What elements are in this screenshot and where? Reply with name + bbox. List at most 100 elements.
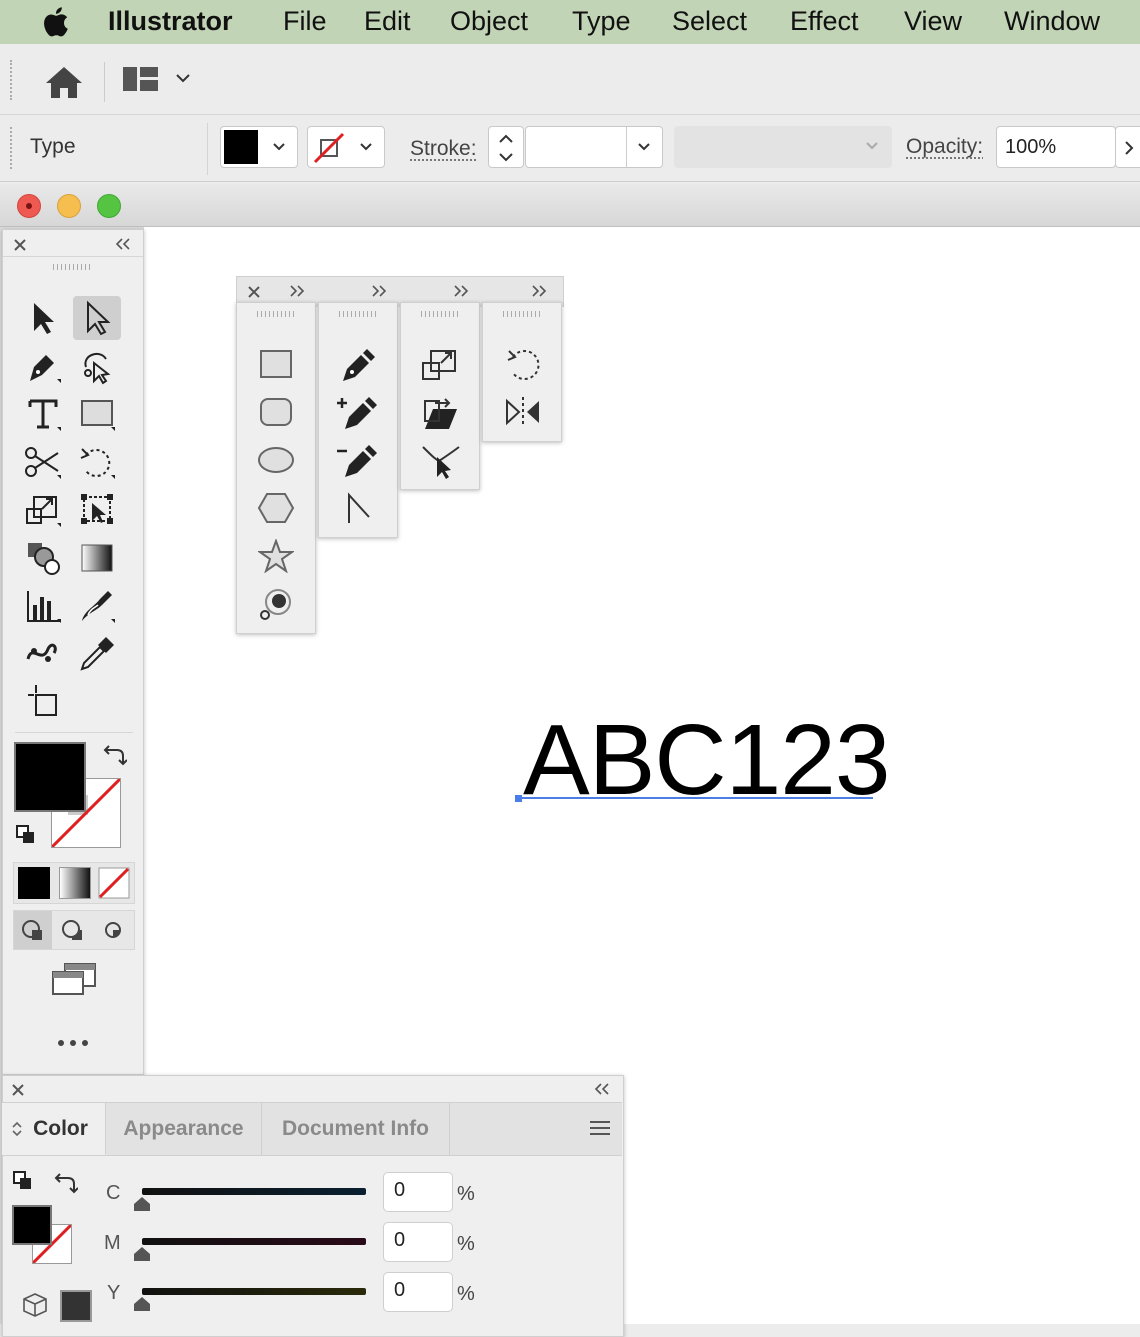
web-safe-swatch[interactable] [60,1290,92,1322]
draw-inside-icon[interactable] [94,911,132,949]
toolbar-grip[interactable] [10,60,16,100]
menu-edit[interactable]: Edit [364,6,411,37]
scissors-tool-icon[interactable] [19,440,67,484]
menu-object[interactable]: Object [450,6,528,37]
stroke-weight-stepper[interactable] [488,126,524,168]
opacity-input[interactable]: 100% [996,126,1116,168]
home-icon[interactable] [44,64,84,100]
tab-document-info[interactable]: Document Info [262,1103,450,1155]
direct-selection-tool-icon[interactable] [73,296,121,340]
graph-tool-icon[interactable] [19,584,67,628]
rotate-tool-icon[interactable] [503,345,543,383]
polygon-tool-icon[interactable] [257,491,295,525]
stroke-dropdown[interactable] [307,126,385,168]
close-window-button[interactable] [17,194,41,218]
channel-m-slider[interactable] [142,1238,366,1245]
rotate-tool-icon[interactable] [73,440,121,484]
brush-tool-icon[interactable] [73,584,121,628]
scale-tool-icon[interactable] [421,347,461,383]
canvas-text-object[interactable]: ABC123 [523,700,890,820]
panel-grip[interactable] [421,311,459,317]
anchor-point-tool-icon[interactable] [343,491,373,525]
puppet-warp-tool-icon[interactable] [19,632,67,676]
chevron-down-icon[interactable] [176,72,190,84]
collapse-icon[interactable] [594,1083,610,1095]
toolbar-grip[interactable] [10,127,16,169]
draw-behind-icon[interactable] [54,911,92,949]
eyedropper-tool-icon[interactable] [73,632,121,676]
more-tools-icon[interactable] [57,1038,89,1048]
zoom-window-button[interactable] [97,194,121,218]
type-tool-icon[interactable] [19,392,67,436]
close-icon[interactable] [11,1083,25,1097]
fill-color-swatch-front[interactable] [14,742,86,812]
close-icon[interactable] [13,238,27,252]
star-tool-icon[interactable] [258,539,294,573]
apple-logo-icon[interactable] [40,5,70,39]
ellipse-tool-icon[interactable] [257,445,295,475]
reflect-tool-icon[interactable] [503,395,543,429]
default-fill-stroke-icon[interactable] [12,1170,34,1192]
scale-tool-icon[interactable] [19,488,67,532]
pen-tool-icon[interactable] [19,344,67,388]
collapse-icon[interactable] [115,238,131,250]
out-of-gamut-cube-icon[interactable] [22,1292,48,1318]
channel-c-slider[interactable] [142,1188,366,1195]
app-menu[interactable]: Illustrator [108,6,233,37]
selection-tool-icon[interactable] [19,296,67,340]
expand-icon[interactable] [453,285,469,297]
channel-c-slider-handle[interactable] [132,1196,152,1212]
panel-menu-icon[interactable] [589,1120,611,1136]
close-icon[interactable] [247,285,261,299]
opacity-menu-button[interactable] [1115,126,1140,168]
expand-icon[interactable] [289,285,305,297]
color-mode-button[interactable] [18,867,50,899]
gradient-mode-button[interactable] [59,867,91,899]
free-transform-tool-icon[interactable] [73,488,121,532]
rectangle-tool-icon[interactable] [73,392,121,436]
menu-window[interactable]: Window [1004,6,1100,37]
shape-builder-tool-icon[interactable] [19,536,67,580]
channel-y-slider-handle[interactable] [132,1296,152,1312]
stroke-label[interactable]: Stroke: [410,137,477,161]
delete-anchor-point-tool-icon[interactable] [335,443,379,479]
gradient-tool-icon[interactable] [73,536,121,580]
shear-tool-icon[interactable] [421,395,461,431]
menu-file[interactable]: File [283,6,327,37]
curvature-tool-icon[interactable] [73,344,121,388]
stroke-weight-input[interactable] [525,126,663,168]
artboard-tool-icon[interactable] [19,680,67,724]
panel-grip[interactable] [503,311,541,317]
panel-grip[interactable] [339,311,377,317]
channel-y-slider[interactable] [142,1288,366,1295]
expand-icon[interactable] [371,285,387,297]
menu-select[interactable]: Select [672,6,747,37]
swap-fill-stroke-icon[interactable] [52,1170,78,1194]
panel-fill-swatch[interactable] [12,1205,52,1245]
menu-view[interactable]: View [904,6,962,37]
fill-dropdown[interactable] [220,126,298,168]
text-anchor-point[interactable] [515,795,522,802]
rectangle-tool-icon[interactable] [259,349,293,379]
channel-y-input[interactable]: 0 [383,1272,453,1312]
workspace-layout-icon[interactable] [122,66,160,92]
panel-grip[interactable] [257,311,295,317]
pen-tool-icon[interactable] [339,347,377,383]
flare-tool-icon[interactable] [258,587,294,623]
none-mode-button-icon[interactable] [98,867,130,899]
channel-m-slider-handle[interactable] [132,1246,152,1262]
opacity-label[interactable]: Opacity: [906,135,983,159]
minimize-window-button[interactable] [57,194,81,218]
menu-type[interactable]: Type [572,6,631,37]
channel-m-input[interactable]: 0 [383,1222,453,1262]
add-anchor-point-tool-icon[interactable] [335,395,379,431]
rounded-rectangle-tool-icon[interactable] [259,397,293,427]
draw-normal-icon[interactable] [14,911,52,949]
menu-effect[interactable]: Effect [790,6,859,37]
screen-mode-icon[interactable] [51,962,97,996]
channel-c-input[interactable]: 0 [383,1172,453,1212]
reshape-tool-icon[interactable] [421,443,461,479]
tab-color[interactable]: Color [2,1103,106,1155]
tab-appearance[interactable]: Appearance [106,1103,262,1155]
expand-icon[interactable] [531,285,547,297]
